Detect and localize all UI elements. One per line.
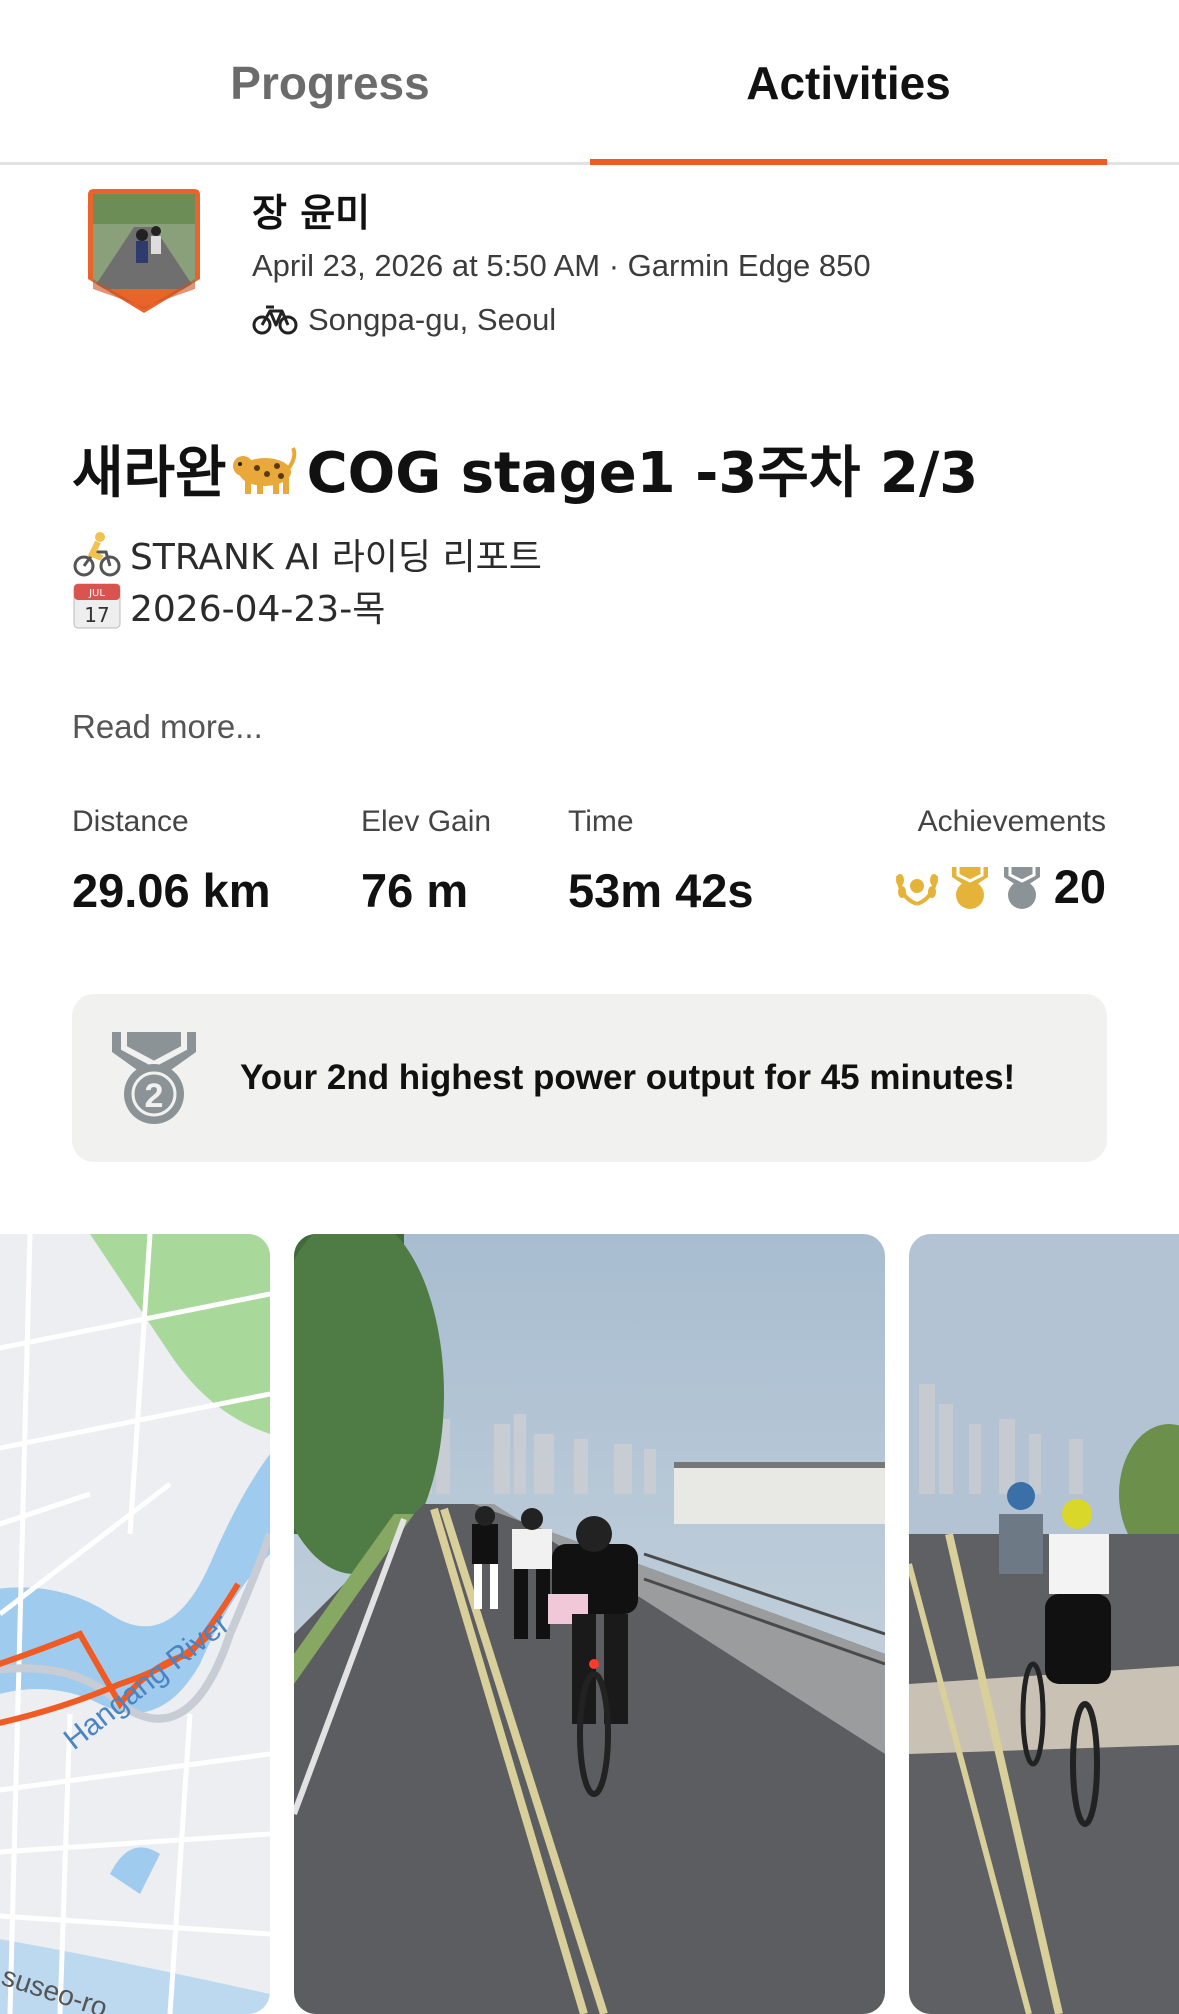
stat-achievements[interactable]: Achievements 20 bbox=[888, 805, 1106, 914]
calendar-emoji-icon: JUL 17 bbox=[73, 583, 121, 629]
cyclist-emoji-icon bbox=[73, 532, 121, 577]
activity-photo-2[interactable] bbox=[909, 1234, 1179, 2014]
title-prefix: 새라완 bbox=[72, 441, 227, 506]
leopard-emoji-icon bbox=[232, 446, 296, 494]
stat-value: 29.06 km bbox=[72, 864, 271, 917]
activity-meta: April 23, 2026 at 5:50 AM · Garmin Edge … bbox=[252, 248, 871, 283]
stat-label: Time bbox=[568, 805, 634, 838]
description-text-2: 2026-04-23-목 bbox=[130, 589, 386, 630]
achievements-count: 20 bbox=[1053, 860, 1106, 913]
stat-elev-gain: Elev Gain 76 m bbox=[361, 805, 491, 918]
silver-medal-icon bbox=[1003, 866, 1040, 909]
gold-medal-icon bbox=[951, 866, 988, 909]
tab-progress[interactable]: Progress bbox=[130, 0, 530, 165]
achievement-highlight-card[interactable]: 2 Your 2nd highest power output for 45 m… bbox=[72, 994, 1107, 1162]
medal-number: 2 bbox=[145, 1077, 164, 1115]
active-tab-indicator bbox=[590, 159, 1107, 165]
activity-title: 새라완 COG stage1 -3주차 2/3 bbox=[72, 428, 978, 509]
tab-bar: Progress Activities bbox=[0, 0, 1179, 165]
stat-label: Distance bbox=[72, 805, 189, 838]
read-more-link[interactable]: Read more... bbox=[72, 708, 263, 746]
bike-icon bbox=[252, 305, 298, 335]
athlete-name[interactable]: 장 윤미 bbox=[252, 182, 370, 237]
stat-value: 76 m bbox=[361, 864, 469, 917]
silver-medal-2-icon: 2 bbox=[112, 1032, 196, 1124]
highlight-text: Your 2nd highest power output for 45 min… bbox=[240, 1058, 1016, 1097]
activity-location-row: Songpa-gu, Seoul bbox=[252, 302, 556, 338]
activity-photo-1[interactable] bbox=[294, 1234, 885, 2014]
stat-value: 53m 42s bbox=[568, 864, 754, 917]
achievements-row: 20 bbox=[888, 859, 1106, 914]
calendar-month: JUL bbox=[88, 588, 105, 599]
stat-distance: Distance 29.06 km bbox=[72, 805, 271, 918]
description-line-2: JUL 17 2026-04-23-목 bbox=[72, 580, 385, 632]
stat-label: Elev Gain bbox=[361, 805, 492, 838]
route-map-thumbnail[interactable]: Hangang River suseo-ro bbox=[0, 1234, 270, 2014]
description-line-1: STRANK AI 라이딩 리포트 bbox=[72, 528, 542, 580]
title-main: COG stage1 -3주차 2/3 bbox=[306, 441, 979, 506]
calendar-day: 17 bbox=[84, 603, 109, 627]
athlete-avatar[interactable] bbox=[84, 187, 204, 317]
description-text-1: STRANK AI 라이딩 리포트 bbox=[130, 537, 542, 578]
laurel-icon bbox=[895, 873, 938, 906]
location-text: Songpa-gu, Seoul bbox=[308, 302, 557, 337]
tab-activities[interactable]: Activities bbox=[590, 0, 1107, 165]
stat-label: Achievements bbox=[917, 805, 1106, 838]
stat-time: Time 53m 42s bbox=[568, 805, 754, 918]
